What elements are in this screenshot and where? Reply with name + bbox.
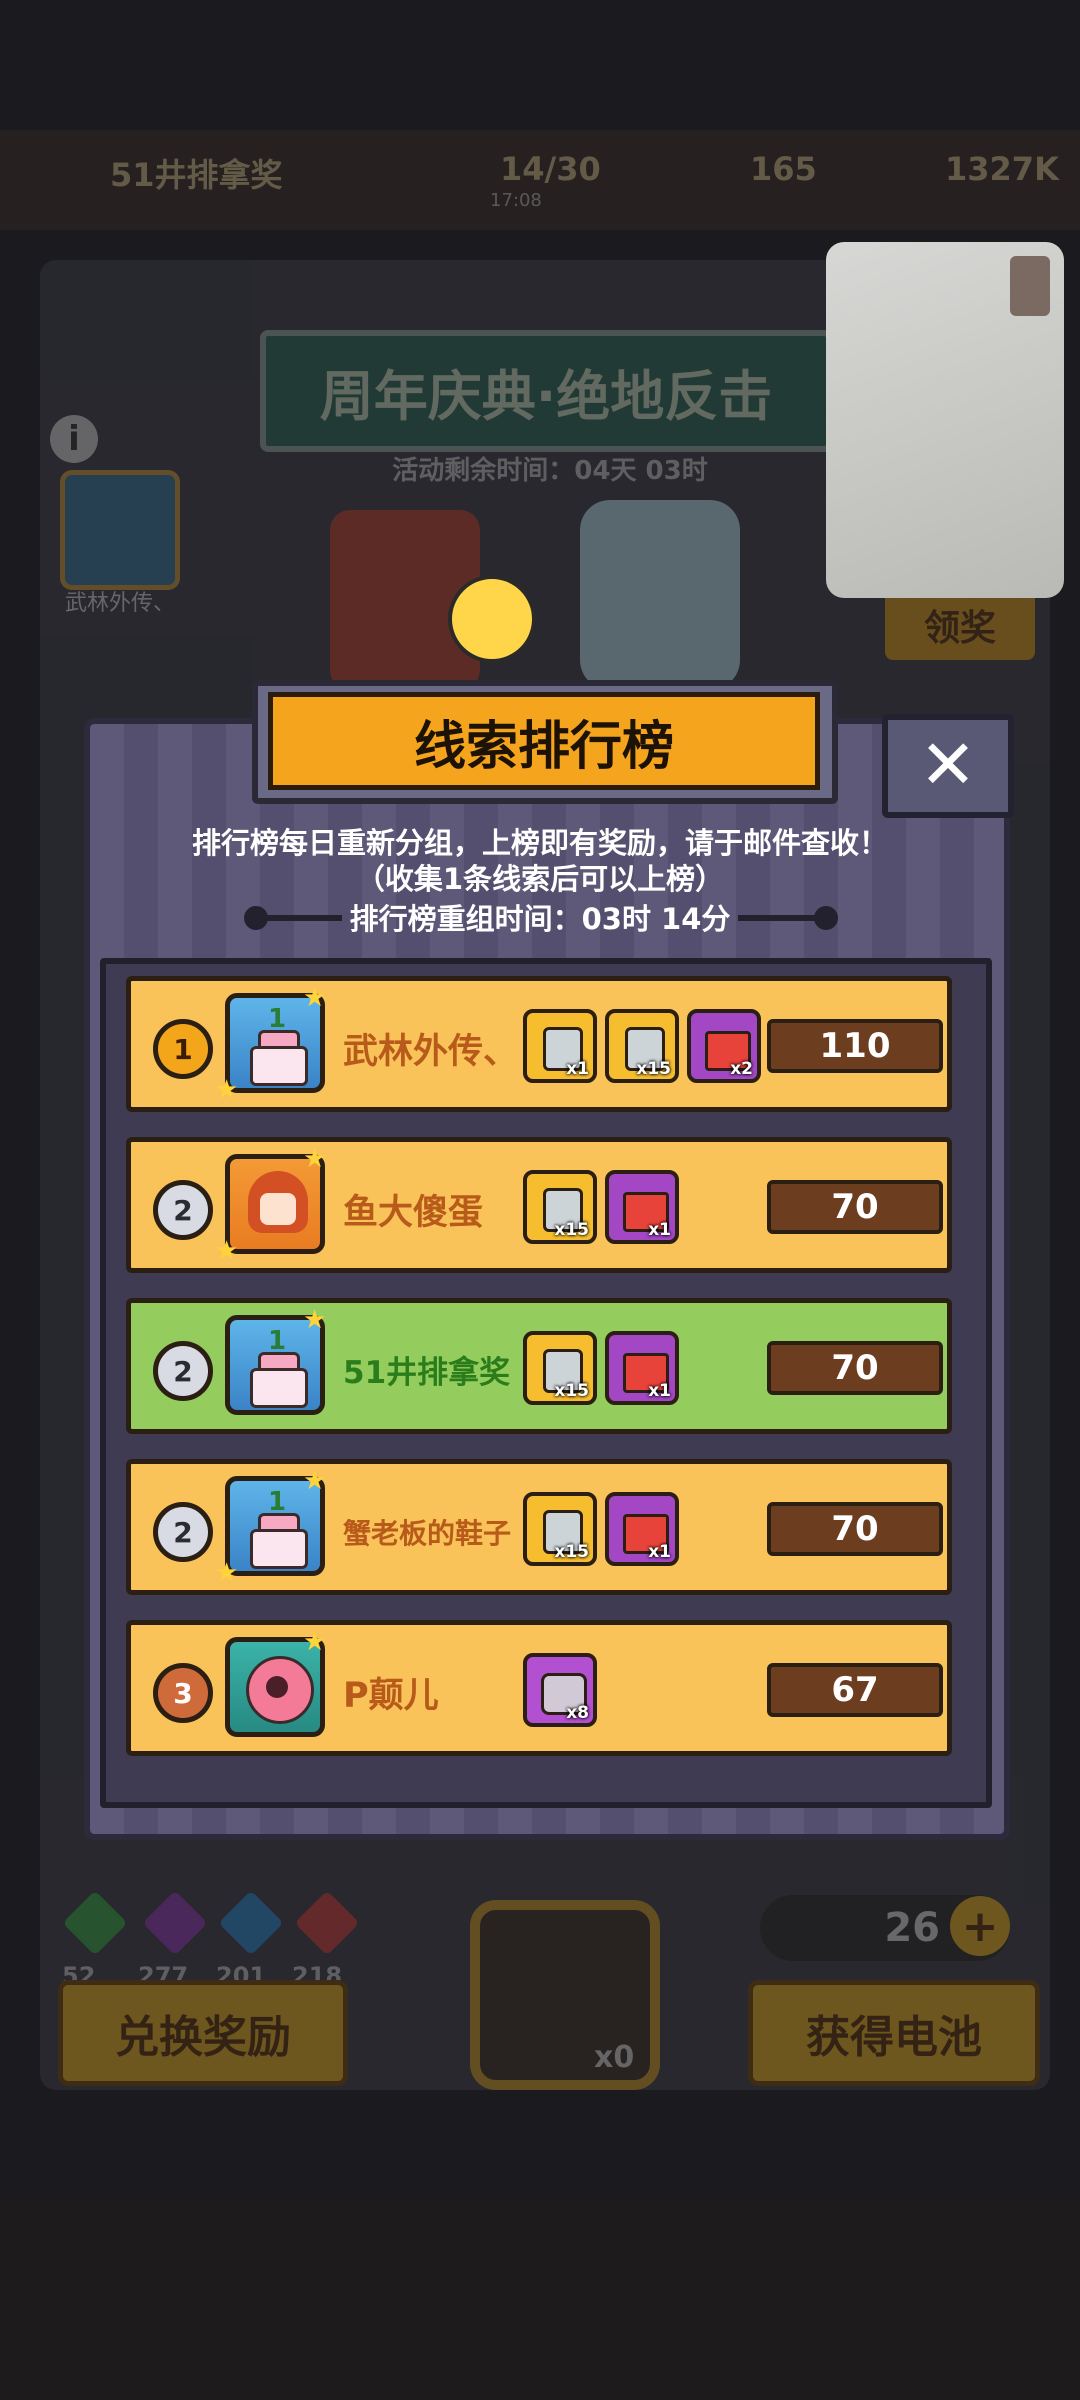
star-icon: ★ — [303, 1144, 327, 1174]
clue-score: 70 — [767, 1180, 943, 1234]
leaderboard-note: （收集1条线索后可以上榜） — [355, 862, 725, 896]
rank-medal-icon: 2 — [153, 1180, 213, 1240]
player-name: 51井排拿奖 — [110, 156, 283, 194]
reward-gift-icon[interactable]: x2 — [687, 1009, 761, 1083]
player-avatar[interactable] — [60, 470, 180, 590]
modal-title: 线索排行榜 — [268, 692, 820, 790]
progress-counter: 14/30 — [500, 150, 601, 188]
clue-score: 67 — [767, 1663, 943, 1717]
star-icon: ★ — [303, 1627, 327, 1657]
reward-quantity: x15 — [554, 1542, 589, 1562]
reset-time: 排行榜重组时间：03时 14分 — [349, 902, 731, 936]
rank-medal-icon: 2 — [153, 1341, 213, 1401]
add-battery-icon[interactable]: + — [950, 1896, 1010, 1956]
clue-score: 110 — [767, 1019, 943, 1073]
reward-chest-icon[interactable]: x15 — [523, 1331, 597, 1405]
reward-chest-icon[interactable]: x15 — [523, 1492, 597, 1566]
bottom-navigation — [0, 2200, 1080, 2400]
close-icon: ✕ — [919, 726, 977, 805]
close-button[interactable]: ✕ — [882, 714, 1014, 818]
reward-quantity: x15 — [636, 1059, 671, 1079]
clue-score: 70 — [767, 1341, 943, 1395]
reward-quantity: x1 — [648, 1542, 671, 1562]
rank-medal-icon: 3 — [153, 1663, 213, 1723]
player-name: 蟹老板的鞋子 — [343, 1517, 512, 1550]
rank-medal-icon: 2 — [153, 1502, 213, 1562]
lock-count: x0 — [594, 2040, 635, 2075]
gem-counter-red: 218 — [292, 1890, 360, 1990]
reward-quantity: x2 — [730, 1059, 753, 1079]
player-name: P颠儿 — [343, 1676, 439, 1716]
get-battery-button[interactable]: 获得电池 — [748, 1980, 1040, 2086]
reward-chest-icon[interactable]: x15 — [605, 1009, 679, 1083]
reward-quantity: x1 — [648, 1381, 671, 1401]
star-icon: ★ — [303, 983, 327, 1013]
reward-chest-icon[interactable]: x15 — [523, 1170, 597, 1244]
overlay-thumbnail — [1010, 256, 1050, 316]
reward-quantity: x8 — [566, 1703, 589, 1723]
info-icon[interactable]: i — [50, 415, 98, 463]
currency-amount-2: 1327K — [945, 150, 1059, 188]
gem-counter-purple: 277 — [138, 1890, 208, 1990]
red-gem-icon — [294, 1890, 360, 1956]
gem-counter-blue: 201 — [216, 1890, 284, 1990]
currency-amount-1: 165 — [750, 150, 817, 188]
reward-quantity: x15 — [554, 1220, 589, 1240]
leaderboard-row[interactable]: 2 ★ ★ 鱼大傻蛋 x15 x1 70 — [126, 1137, 952, 1273]
divider-dot-left — [244, 906, 268, 930]
divider-dot-right — [814, 906, 838, 930]
star-icon: ★ — [215, 1558, 239, 1588]
reward-gift-icon[interactable]: x1 — [605, 1331, 679, 1405]
leaderboard-row-self[interactable]: 2 1 ★ 51井排拿奖 x15 x1 70 — [126, 1298, 952, 1434]
player-name: 武林外传、 — [343, 1032, 519, 1072]
event-banner: 周年庆典·绝地反击 — [260, 330, 832, 452]
gem-counter-green: 52 — [62, 1890, 128, 1990]
reward-gift-icon[interactable]: x1 — [605, 1170, 679, 1244]
star-icon: ★ — [215, 1236, 239, 1266]
reward-gift-icon[interactable]: x1 — [605, 1492, 679, 1566]
reward-puzzle-icon[interactable]: x8 — [523, 1653, 597, 1727]
reward-chest-icon[interactable]: x1 — [523, 1009, 597, 1083]
player-name: 鱼大傻蛋 — [343, 1193, 484, 1233]
leaderboard-row[interactable]: 1 1 ★ ★ 武林外传、 x1 x15 x2 110 — [126, 976, 952, 1112]
purple-gem-icon — [142, 1890, 208, 1956]
lightbulb-icon — [448, 575, 536, 663]
progress-counter-sub: 17:08 — [490, 190, 542, 211]
reward-quantity: x1 — [648, 1220, 671, 1240]
star-icon: ★ — [303, 1466, 327, 1496]
star-icon: ★ — [303, 1305, 327, 1335]
clue-score: 70 — [767, 1502, 943, 1556]
reward-quantity: x15 — [554, 1381, 589, 1401]
player-avatar-label: 武林外传、 — [64, 591, 175, 616]
claim-button[interactable]: 领奖 — [885, 590, 1035, 660]
star-icon: ★ — [215, 1075, 239, 1105]
event-timer: 活动剩余时间：04天 03时 — [392, 456, 708, 486]
leaderboard-row[interactable]: 2 1 ★ ★ 蟹老板的鞋子 x15 x1 70 — [126, 1459, 952, 1595]
blue-gem-icon — [218, 1890, 284, 1956]
green-gem-icon — [62, 1890, 128, 1956]
rank-medal-icon: 1 — [153, 1019, 213, 1079]
redeem-reward-button[interactable]: 兑换奖励 — [58, 1980, 348, 2086]
leaderboard-row[interactable]: 3 ★ P颠儿 x8 67 — [126, 1620, 952, 1756]
reward-quantity: x1 — [566, 1059, 589, 1079]
player-name: 51井排拿奖 — [343, 1355, 511, 1391]
character-scientist — [580, 500, 740, 690]
